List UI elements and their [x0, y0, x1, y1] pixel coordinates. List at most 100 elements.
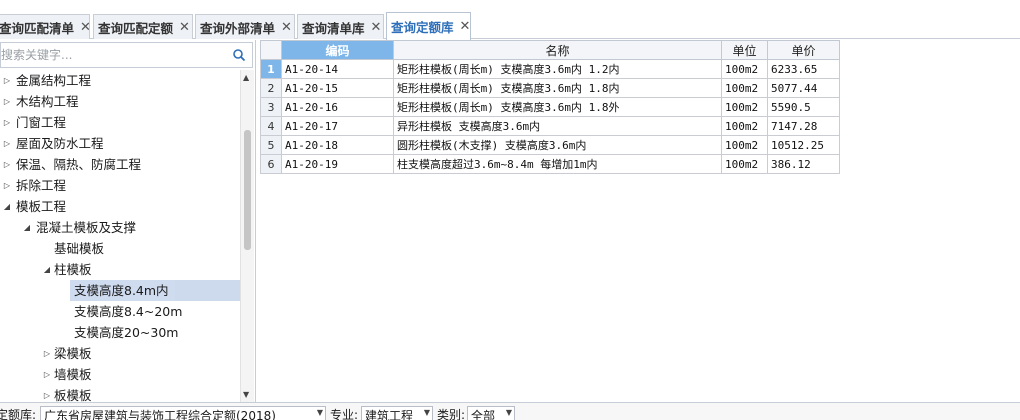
cell-price[interactable]: 7147.28	[767, 116, 840, 136]
caret-right-icon[interactable]: ▷	[2, 175, 12, 196]
caret-right-icon[interactable]: ▷	[2, 112, 12, 133]
table-row[interactable]: 3 A1-20-16 矩形柱模板(周长m) 支模高度3.6m内 1.8外 100m2 5…	[260, 97, 840, 117]
tree-node-label: 门窗工程	[16, 115, 67, 130]
chevron-down-icon[interactable]: ▼	[317, 408, 323, 417]
cell-code[interactable]: A1-20-17	[281, 116, 394, 136]
cell-name[interactable]: 矩形柱模板(周长m) 支模高度3.6m内 1.2内	[393, 59, 722, 79]
cell-name[interactable]: 矩形柱模板(周长m) 支模高度3.6m内 1.8内	[393, 78, 722, 98]
cell-name[interactable]: 异形柱模板 支模高度3.6m内	[393, 116, 722, 136]
tree-node-label: 基础模板	[54, 241, 105, 256]
cell-unit[interactable]: 100m2	[721, 59, 768, 79]
tree-node[interactable]: ▷ 门窗工程	[0, 112, 240, 133]
tree-node[interactable]: ▷ 屋面及防水工程	[0, 133, 240, 154]
search-input[interactable]	[1, 43, 226, 67]
caret-right-icon[interactable]: ▷	[2, 154, 12, 175]
caret-right-icon[interactable]: ▷	[42, 343, 52, 364]
row-number[interactable]: 4	[260, 116, 282, 136]
cell-unit[interactable]: 100m2	[721, 97, 768, 117]
cell-unit[interactable]: 100m2	[721, 154, 768, 174]
tab-query-match-list[interactable]: 查询匹配清单 ✕	[0, 14, 90, 39]
tab-query-list-library[interactable]: 查询清单库 ✕	[297, 14, 384, 39]
tree-node-label: 拆除工程	[16, 178, 67, 193]
caret-down-icon[interactable]: ◢	[42, 259, 52, 280]
cell-unit[interactable]: 100m2	[721, 116, 768, 136]
caret-right-icon[interactable]: ▷	[2, 133, 12, 154]
tree-node-label: 柱模板	[54, 262, 92, 277]
category-select[interactable]: 全部 ▼	[467, 406, 515, 420]
cell-price[interactable]: 386.12	[767, 154, 840, 174]
caret-right-icon[interactable]: ▷	[42, 385, 52, 402]
tree-node[interactable]: ▷ 保温、隔热、防腐工程	[0, 154, 240, 175]
caret-down-icon[interactable]: ◢	[22, 217, 32, 238]
library-label: 定额库:	[0, 408, 37, 420]
tree-node[interactable]: ◢ 混凝土模板及支撑	[0, 217, 240, 238]
cell-code[interactable]: A1-20-16	[281, 97, 394, 117]
tree-node[interactable]: ▷ 墙模板	[0, 364, 240, 385]
close-icon[interactable]: ✕	[371, 20, 382, 35]
tab-query-quota-library[interactable]: 查询定额库 ✕	[386, 12, 471, 40]
tree-node[interactable]: ▷ 金属结构工程	[0, 70, 240, 91]
cell-code[interactable]: A1-20-14	[281, 59, 394, 79]
cell-unit[interactable]: 100m2	[721, 135, 768, 155]
tab-query-external-list[interactable]: 查询外部清单 ✕	[195, 14, 295, 39]
tree-node[interactable]: ◢ 柱模板	[0, 259, 240, 280]
library-select[interactable]: 广东省房屋建筑与装饰工程综合定额(2018) ▼	[40, 406, 326, 420]
tree-node[interactable]: 支模高度20~30m	[0, 322, 240, 343]
row-number[interactable]: 3	[260, 97, 282, 117]
table-row[interactable]: 5 A1-20-18 圆形柱模板(木支撑) 支模高度3.6m内 100m2 10512.…	[260, 135, 840, 155]
column-header-unit[interactable]: 单位	[721, 40, 768, 60]
tree-node[interactable]: ▷ 梁模板	[0, 343, 240, 364]
cell-unit[interactable]: 100m2	[721, 78, 768, 98]
table-row[interactable]: 2 A1-20-15 矩形柱模板(周长m) 支模高度3.6m内 1.8内 100m2 5…	[260, 78, 840, 98]
tree-node-label: 保温、隔热、防腐工程	[16, 157, 142, 172]
caret-right-icon[interactable]: ▷	[2, 70, 12, 91]
cell-price[interactable]: 5590.5	[767, 97, 840, 117]
column-header-name[interactable]: 名称	[393, 40, 722, 60]
cell-price[interactable]: 5077.44	[767, 78, 840, 98]
close-icon[interactable]: ✕	[179, 20, 190, 35]
cell-name[interactable]: 圆形柱模板(木支撑) 支模高度3.6m内	[393, 135, 722, 155]
caret-right-icon[interactable]: ▷	[42, 364, 52, 385]
column-header-code[interactable]: 编码	[281, 40, 394, 60]
table-row[interactable]: 1 A1-20-14 矩形柱模板(周长m) 支模高度3.6m内 1.2内 100m2 6…	[260, 59, 840, 79]
table-row[interactable]: 4 A1-20-17 异形柱模板 支模高度3.6m内 100m2 7147.28	[260, 116, 840, 136]
close-icon[interactable]: ✕	[80, 20, 89, 35]
tree-node[interactable]: ▷ 板模板	[0, 385, 240, 402]
row-number[interactable]: 2	[260, 78, 282, 98]
tree-node[interactable]: 支模高度8.4m内	[0, 280, 240, 301]
search-icon[interactable]	[232, 48, 246, 62]
tree-node[interactable]: ◢ 模板工程	[0, 196, 240, 217]
caret-right-icon[interactable]: ▷	[2, 91, 12, 112]
tree-node[interactable]: ▷ 拆除工程	[0, 175, 240, 196]
scroll-thumb[interactable]	[244, 130, 251, 250]
close-icon[interactable]: ✕	[281, 20, 292, 35]
tree-node-label: 墙模板	[54, 367, 92, 382]
row-number[interactable]: 1	[260, 59, 282, 79]
tree-scrollbar[interactable]: ▲ ▼	[240, 70, 254, 402]
column-header-price[interactable]: 单价	[767, 40, 840, 60]
major-select[interactable]: 建筑工程 ▼	[361, 406, 433, 420]
caret-down-icon[interactable]: ◢	[2, 196, 12, 217]
tree-node[interactable]: ▷ 木结构工程	[0, 91, 240, 112]
chevron-down-icon[interactable]: ▼	[506, 408, 512, 417]
close-icon[interactable]: ✕	[460, 19, 470, 34]
chevron-down-icon[interactable]: ▼	[424, 408, 430, 417]
cell-code[interactable]: A1-20-19	[281, 154, 394, 174]
tree-node[interactable]: 基础模板	[0, 238, 240, 259]
cell-code[interactable]: A1-20-15	[281, 78, 394, 98]
tree-node-label: 金属结构工程	[16, 73, 92, 88]
row-number[interactable]: 6	[260, 154, 282, 174]
corner-cell[interactable]	[260, 40, 282, 60]
cell-name[interactable]: 矩形柱模板(周长m) 支模高度3.6m内 1.8外	[393, 97, 722, 117]
scroll-up-icon[interactable]: ▲	[243, 73, 249, 82]
tree-node[interactable]: 支模高度8.4~20m	[0, 301, 240, 322]
row-number[interactable]: 5	[260, 135, 282, 155]
tree-node-label: 木结构工程	[16, 94, 79, 109]
scroll-down-icon[interactable]: ▼	[243, 390, 249, 399]
cell-name[interactable]: 柱支模高度超过3.6m~8.4m 每增加1m内	[393, 154, 722, 174]
tab-query-match-quota[interactable]: 查询匹配定额 ✕	[93, 14, 193, 39]
table-row[interactable]: 6 A1-20-19 柱支模高度超过3.6m~8.4m 每增加1m内 100m2 386…	[260, 154, 840, 174]
cell-price[interactable]: 6233.65	[767, 59, 840, 79]
cell-price[interactable]: 10512.25	[767, 135, 840, 155]
cell-code[interactable]: A1-20-18	[281, 135, 394, 155]
